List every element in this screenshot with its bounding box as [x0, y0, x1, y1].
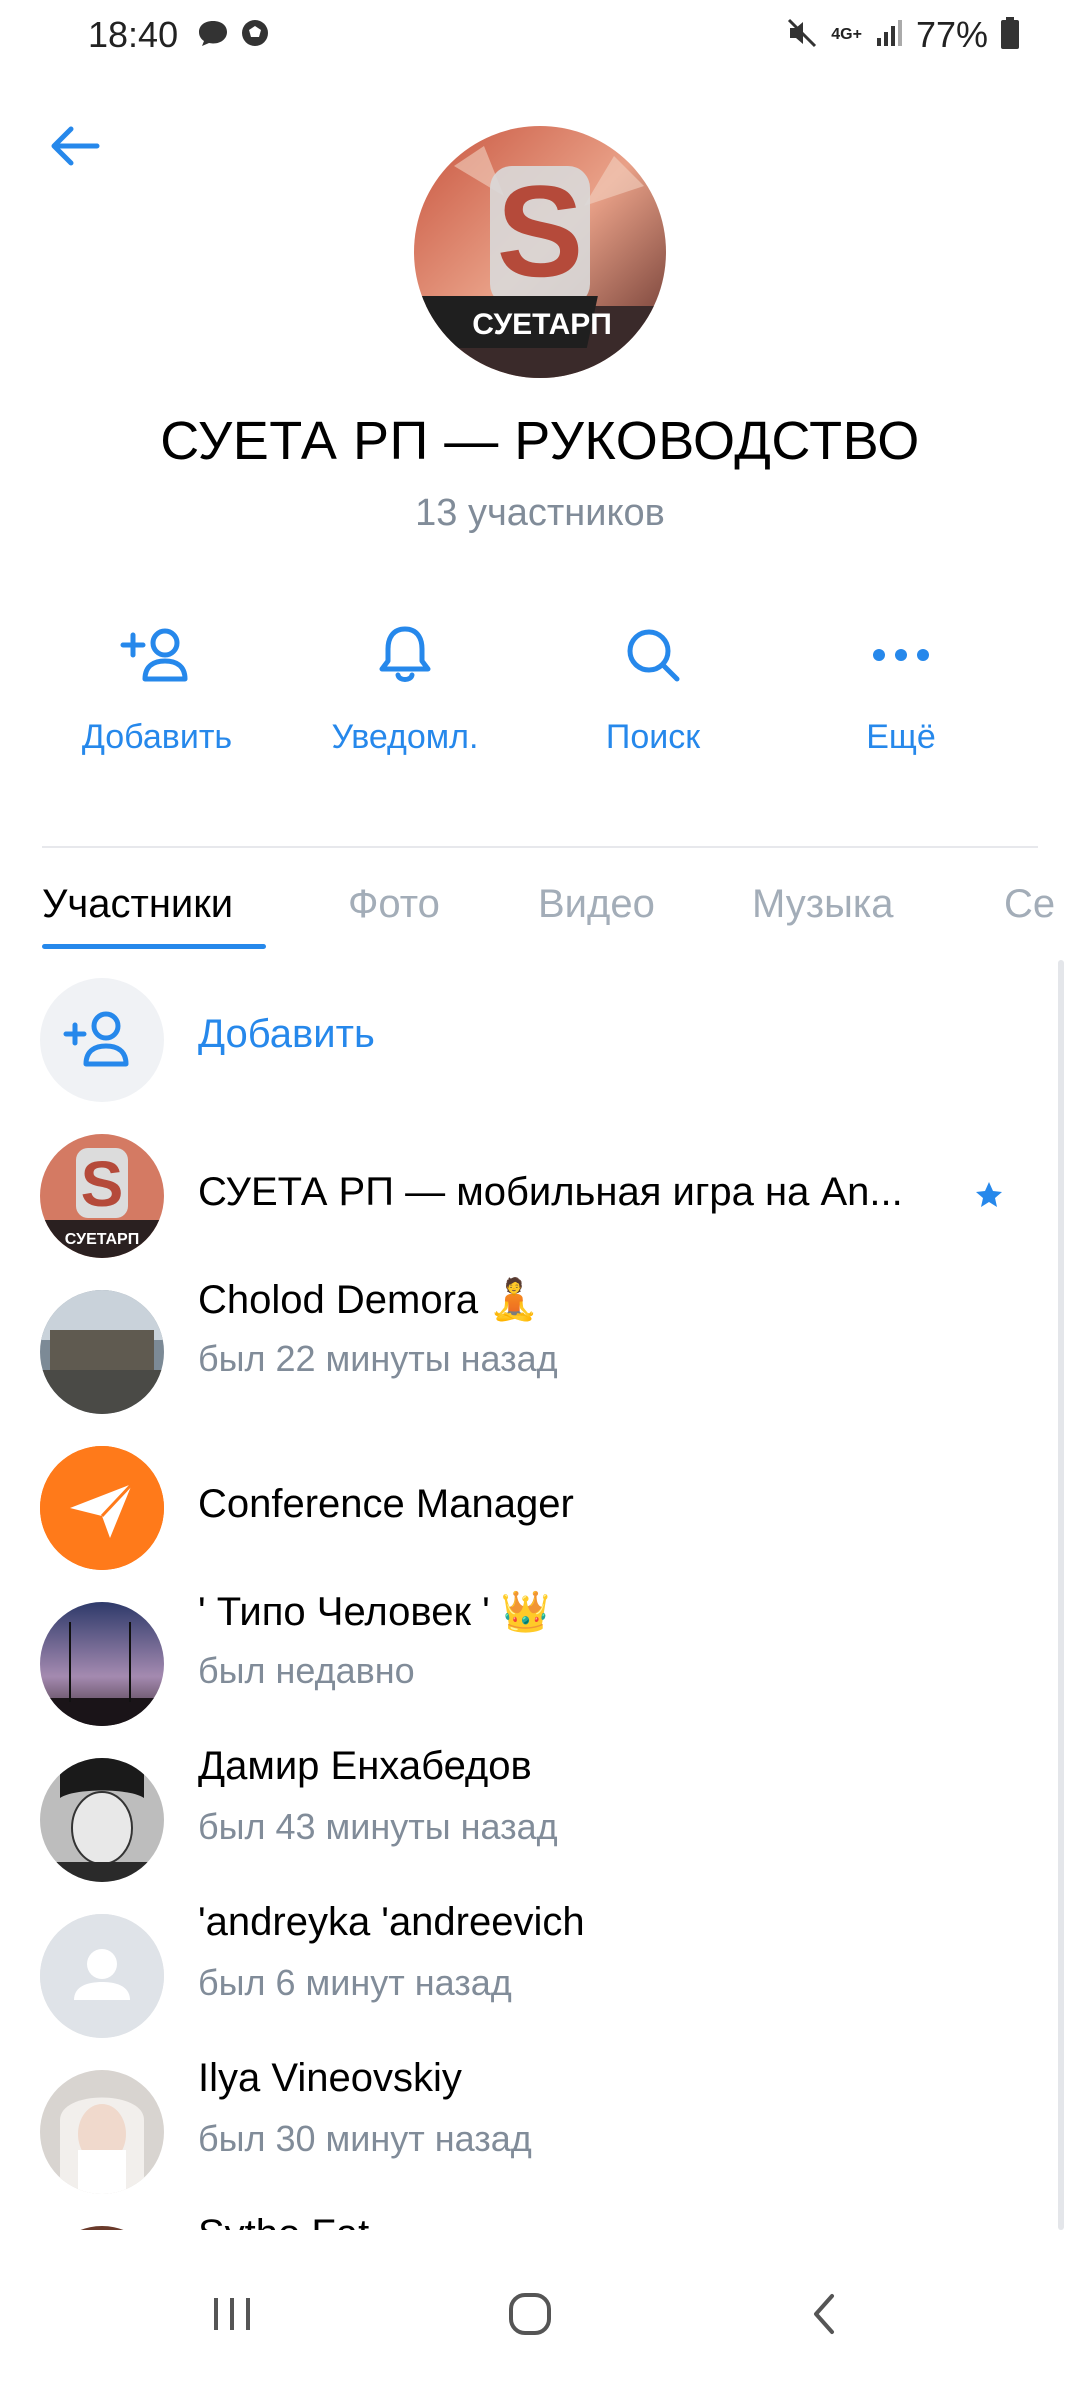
member-name: ' Типо Человек ' 👑 — [198, 1590, 551, 1634]
member-status: был 30 минут назад — [198, 2118, 532, 2159]
avatar — [40, 2070, 164, 2194]
avatar: S СУЕТАРП — [40, 1134, 164, 1258]
avatar — [40, 1602, 164, 1726]
notifications-label: Уведомл. — [331, 718, 479, 756]
member-name: Conference Manager — [198, 1482, 574, 1526]
avatar — [40, 1758, 164, 1882]
list-item[interactable]: Ilya Vineovskiy был 30 минут назад — [0, 2052, 1050, 2208]
list-item[interactable]: S СУЕТАРП СУЕТА РП — мобильная игра на A… — [0, 1116, 1050, 1272]
svg-text:S: S — [497, 158, 584, 304]
avatar — [40, 1290, 164, 1414]
member-status: был 22 минуты назад — [198, 1338, 558, 1379]
notifications-action[interactable]: Уведомл. — [290, 620, 520, 770]
member-status: был недавно — [198, 1650, 415, 1691]
recents-icon — [210, 2294, 254, 2339]
tab-bar: Участники Фото Видео Музыка Се — [0, 870, 1080, 950]
add-user-icon — [119, 620, 195, 690]
member-status: был 6 минут назад — [198, 1962, 512, 2003]
add-member-row[interactable]: Добавить — [0, 960, 1050, 1116]
signal-icon — [874, 18, 904, 53]
home-button[interactable] — [470, 2276, 590, 2356]
avatar-logo-text: СУЕТАРП — [472, 308, 612, 341]
more-action[interactable]: Ещё — [786, 620, 1016, 770]
arrow-left-icon — [47, 122, 103, 175]
page-title: СУЕТА РП — РУКОВОДСТВО — [160, 411, 920, 471]
avatar — [40, 1446, 164, 1570]
battery-percent: 77% — [915, 14, 988, 55]
tab-music[interactable]: Музыка — [752, 882, 893, 927]
member-status: был 43 минуты назад — [198, 1806, 558, 1847]
avatar-logo-text: СУЕТАРП — [65, 1231, 139, 1248]
bell-icon — [375, 620, 435, 690]
home-icon — [506, 2290, 554, 2343]
back-button[interactable] — [40, 118, 110, 178]
status-time: 18:40 — [88, 14, 179, 55]
list-item[interactable]: 'andreyka 'andreevich был 6 минут назад — [0, 1896, 1050, 2052]
more-icon — [871, 620, 931, 690]
tab-photos[interactable]: Фото — [348, 882, 440, 927]
group-avatar[interactable]: S СУЕТАРП — [414, 126, 666, 378]
user-placeholder-icon — [40, 1914, 164, 2038]
list-item[interactable]: Cholod Demora 🧘 был 22 минуты назад — [0, 1272, 1050, 1428]
mute-icon — [785, 16, 819, 55]
member-name: СУЕТА РП — мобильная игра на An... — [198, 1170, 903, 1214]
member-name: Cholod Demora 🧘 — [198, 1278, 540, 1322]
search-action[interactable]: Поиск — [538, 620, 768, 770]
more-label: Ещё — [866, 718, 936, 756]
add-member-label: Добавить — [198, 1012, 375, 1056]
network-type: 4G+ — [831, 26, 862, 43]
list-item[interactable]: Дамир Енхабедов был 43 минуты назад — [0, 1740, 1050, 1896]
action-row: Добавить Уведомл. Поиск Ещё — [0, 620, 1080, 770]
list-item[interactable]: Conference Manager — [0, 1428, 1050, 1584]
search-icon — [623, 620, 683, 690]
add-member-action[interactable]: Добавить — [42, 620, 272, 770]
system-nav-bar — [0, 2230, 1080, 2400]
tab-members[interactable]: Участники — [42, 882, 233, 927]
add-member-label: Добавить — [81, 718, 233, 756]
active-tab-indicator — [42, 944, 266, 949]
member-name: Дамир Енхабедов — [198, 1744, 532, 1788]
status-bar: 18:40 4G+ 77% — [0, 0, 1080, 80]
member-list: Добавить S СУЕТАРП СУЕТА РП — мобильная … — [0, 960, 1050, 2240]
tab-more-truncated[interactable]: Се — [1004, 882, 1055, 927]
member-name: 'andreyka 'andreevich — [198, 1900, 585, 1944]
tab-videos[interactable]: Видео — [538, 882, 655, 927]
system-back-button[interactable] — [764, 2276, 884, 2356]
message-icon — [196, 18, 230, 53]
star-icon — [974, 1180, 1004, 1215]
divider — [42, 846, 1038, 848]
scrollbar[interactable] — [1058, 960, 1064, 2230]
soccer-icon — [240, 18, 270, 53]
members-count: 13 участников — [415, 492, 665, 534]
search-label: Поиск — [605, 718, 701, 756]
battery-icon — [1000, 16, 1020, 55]
svg-text:S: S — [81, 1148, 124, 1220]
recents-button[interactable] — [172, 2276, 292, 2356]
add-user-icon — [40, 978, 164, 1102]
list-item[interactable]: ' Типо Человек ' 👑 был недавно — [0, 1584, 1050, 1740]
member-name: Ilya Vineovskiy — [198, 2056, 462, 2100]
chevron-left-icon — [808, 2290, 840, 2343]
avatar — [40, 1914, 164, 2038]
